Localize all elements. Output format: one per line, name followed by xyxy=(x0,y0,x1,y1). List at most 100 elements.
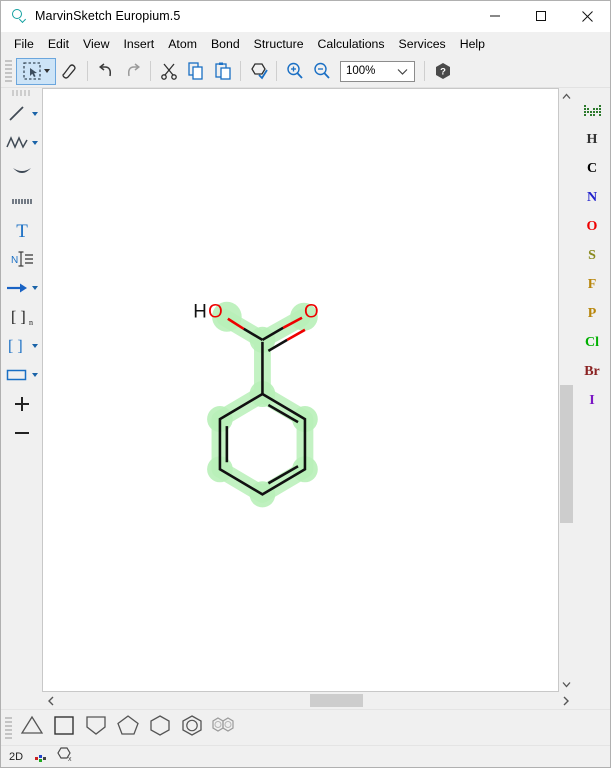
eraser-tool-button[interactable] xyxy=(56,58,83,85)
repeating-unit-tool-button[interactable]: [ ] n xyxy=(2,302,42,331)
maximize-button[interactable] xyxy=(518,1,564,32)
vertical-scroll-thumb[interactable] xyxy=(560,385,573,523)
menu-structure[interactable]: Structure xyxy=(247,34,311,54)
copy-button[interactable] xyxy=(182,58,209,85)
svg-text:[ ]: [ ] xyxy=(11,309,26,326)
element-button-cl[interactable]: Cl xyxy=(575,328,609,357)
rectangle-tool-button[interactable] xyxy=(2,360,42,389)
cyclohexane-template-button[interactable] xyxy=(144,713,176,743)
clean-structure-button[interactable] xyxy=(245,58,272,85)
title-bar: MarvinSketch Europium.5 xyxy=(1,1,610,32)
cyclopentane-template-button[interactable] xyxy=(112,713,144,743)
cut-button[interactable] xyxy=(155,58,182,85)
menu-services[interactable]: Services xyxy=(392,34,453,54)
undo-button[interactable] xyxy=(92,58,119,85)
naphthalene-template-button[interactable] xyxy=(208,713,240,743)
atom-label-o-hydroxyl: O xyxy=(208,302,223,323)
bond-tool-dropdown-icon[interactable] xyxy=(32,112,38,116)
toolbar-separator xyxy=(150,61,151,81)
element-label: O xyxy=(587,219,598,235)
structure-canvas[interactable]: H O O xyxy=(42,88,559,692)
svg-text:T: T xyxy=(16,221,28,240)
svg-text:?: ? xyxy=(440,67,446,78)
chain-tool-button[interactable] xyxy=(2,128,42,157)
selection-tool-button[interactable] xyxy=(16,58,56,85)
marvinsketch-window: MarvinSketch Europium.5 File Edit View I… xyxy=(0,0,611,768)
bond-tool-button[interactable] xyxy=(2,99,42,128)
chain-tool-dropdown-icon[interactable] xyxy=(32,141,38,145)
color-dots-icon[interactable] xyxy=(35,752,44,761)
atom-label-tool-button[interactable]: N xyxy=(2,244,42,273)
element-button-s[interactable]: S xyxy=(575,241,609,270)
vertical-scrollbar[interactable] xyxy=(559,88,574,692)
element-button-h[interactable]: H xyxy=(575,125,609,154)
paste-button[interactable] xyxy=(209,58,236,85)
arrow-tool-dropdown-icon[interactable] xyxy=(32,286,38,290)
cyclobutane-template-button[interactable] xyxy=(48,713,80,743)
benzoic-acid-structure[interactable]: H O O xyxy=(43,89,558,691)
selection-tool-dropdown-icon[interactable] xyxy=(44,69,50,73)
element-label: I xyxy=(589,393,594,409)
element-button-o[interactable]: O xyxy=(575,212,609,241)
square-icon xyxy=(52,714,76,741)
svg-text:x: x xyxy=(68,756,72,762)
scroll-down-button[interactable] xyxy=(559,676,574,692)
template-toolbar-grip[interactable] xyxy=(5,717,12,739)
plus-tool-button[interactable] xyxy=(2,389,42,418)
left-toolbar-grip[interactable] xyxy=(12,90,32,96)
periodic-table-icon[interactable] xyxy=(575,96,609,125)
atom-label-icon: N xyxy=(10,250,34,268)
close-button[interactable] xyxy=(564,1,610,32)
toolbar-grip[interactable] xyxy=(5,60,12,82)
bracket-tool-button[interactable]: [ ] xyxy=(2,331,42,360)
redo-button[interactable] xyxy=(119,58,146,85)
scroll-left-button[interactable] xyxy=(42,692,59,709)
menu-calculations[interactable]: Calculations xyxy=(311,34,392,54)
element-button-n[interactable]: N xyxy=(575,183,609,212)
scroll-right-button[interactable] xyxy=(557,692,574,709)
chevron-down-icon[interactable] xyxy=(397,67,408,79)
benzene-template-button[interactable] xyxy=(176,713,208,743)
horizontal-scroll-thumb[interactable] xyxy=(310,694,363,707)
cyclopropane-template-button[interactable] xyxy=(16,713,48,743)
element-button-f[interactable]: F xyxy=(575,270,609,299)
rectangle-tool-dropdown-icon[interactable] xyxy=(32,373,38,377)
help-button[interactable]: ? xyxy=(429,58,456,85)
cyclopentadiene-template-button[interactable] xyxy=(80,713,112,743)
rectangle-icon xyxy=(5,368,29,382)
structure-x-icon[interactable]: x xyxy=(56,746,74,767)
menu-file[interactable]: File xyxy=(7,34,41,54)
dimension-mode-label: 2D xyxy=(9,751,23,763)
horizontal-scrollbar[interactable] xyxy=(42,692,574,709)
text-tool-button[interactable]: T xyxy=(2,215,42,244)
menu-view[interactable]: View xyxy=(76,34,116,54)
toolbar-separator xyxy=(276,61,277,81)
zoom-in-button[interactable] xyxy=(281,58,308,85)
minus-tool-button[interactable] xyxy=(2,418,42,447)
benzene-ring-icon xyxy=(180,714,204,741)
menu-edit[interactable]: Edit xyxy=(41,34,76,54)
menu-help[interactable]: Help xyxy=(453,34,492,54)
hash-tool-button[interactable] xyxy=(2,186,42,215)
element-button-i[interactable]: I xyxy=(575,386,609,415)
atom-label-o-carbonyl: O xyxy=(304,302,319,323)
arc-curve-icon xyxy=(10,165,34,179)
curve-tool-button[interactable] xyxy=(2,157,42,186)
menu-insert[interactable]: Insert xyxy=(116,34,161,54)
scroll-up-button[interactable] xyxy=(559,88,574,104)
arrow-right-icon xyxy=(5,281,29,295)
atom-label-h: H xyxy=(193,302,207,323)
bracket-tool-dropdown-icon[interactable] xyxy=(32,344,38,348)
toolbar-separator xyxy=(87,61,88,81)
element-button-p[interactable]: P xyxy=(575,299,609,328)
element-button-c[interactable]: C xyxy=(575,154,609,183)
arrow-tool-button[interactable] xyxy=(2,273,42,302)
zoom-level-select[interactable]: 100% xyxy=(340,61,415,82)
menu-bond[interactable]: Bond xyxy=(204,34,247,54)
menu-atom[interactable]: Atom xyxy=(161,34,204,54)
zoom-out-button[interactable] xyxy=(308,58,335,85)
minimize-button[interactable] xyxy=(472,1,518,32)
element-button-br[interactable]: Br xyxy=(575,357,609,386)
zoom-level-value: 100% xyxy=(346,65,375,77)
hash-line-icon xyxy=(10,196,34,206)
